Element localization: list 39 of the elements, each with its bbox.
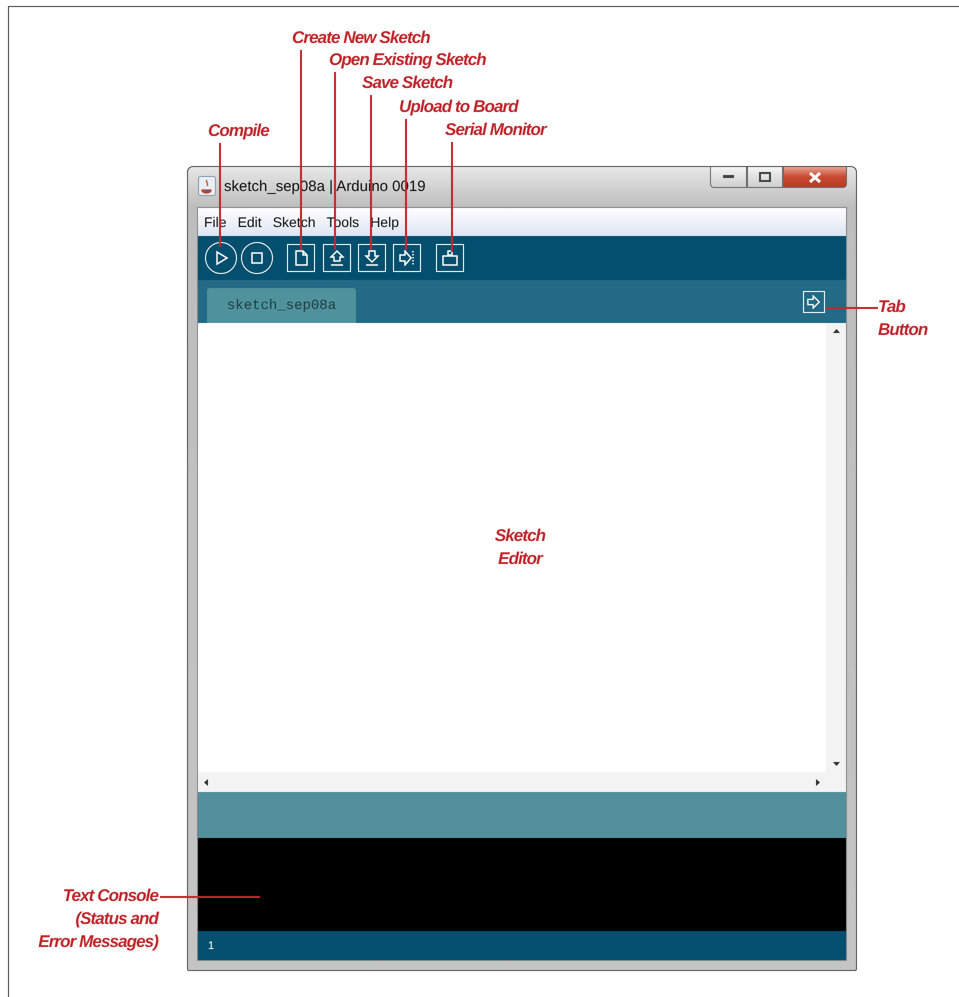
- horizontal-scrollbar[interactable]: [198, 772, 826, 792]
- maximize-button[interactable]: [747, 167, 783, 188]
- minimize-icon: [723, 175, 734, 179]
- callout-label: Sketch Editor: [494, 525, 546, 570]
- leader-line: [826, 307, 878, 308]
- save-sketch-button[interactable]: [358, 244, 386, 272]
- right-caret-icon: [816, 778, 820, 786]
- left-caret-icon: [204, 778, 208, 786]
- close-icon: [809, 172, 821, 182]
- callout-label: Compile: [208, 120, 269, 142]
- open-sketch-button[interactable]: [323, 244, 351, 272]
- callout-label: Create New Sketch: [292, 27, 430, 49]
- callout-label: Serial Monitor: [445, 119, 546, 141]
- document-icon: [293, 250, 309, 266]
- line-number: 1: [208, 940, 214, 952]
- cup-icon: [198, 176, 216, 196]
- callout-label: Upload to Board: [399, 96, 518, 118]
- maximize-icon: [759, 172, 771, 182]
- minimize-button[interactable]: [710, 167, 747, 188]
- tab-menu-button[interactable]: [803, 290, 825, 312]
- stop-button[interactable]: [241, 242, 273, 274]
- up-arrow-icon: [329, 250, 345, 266]
- right-arrow-icon: [807, 294, 821, 308]
- new-sketch-button[interactable]: [287, 244, 315, 272]
- callout-label: Open Existing Sketch: [329, 49, 486, 71]
- vertical-scrollbar[interactable]: [826, 323, 846, 772]
- down-arrow-icon: [364, 250, 380, 266]
- upload-button[interactable]: [393, 244, 421, 272]
- right-arrow-icon: [399, 250, 415, 266]
- callout-label: Save Sketch: [362, 72, 452, 94]
- serial-monitor-button[interactable]: [436, 244, 464, 272]
- menu-item[interactable]: Edit: [238, 214, 262, 230]
- monitor-icon: [442, 250, 458, 266]
- callout-label: Text Console (Status and Error Messages): [37, 885, 158, 953]
- up-caret-icon: [832, 329, 840, 333]
- stop-icon: [249, 250, 265, 266]
- close-button[interactable]: [783, 167, 847, 188]
- down-caret-icon: [832, 762, 840, 766]
- callout-label: Tab Button: [878, 296, 928, 341]
